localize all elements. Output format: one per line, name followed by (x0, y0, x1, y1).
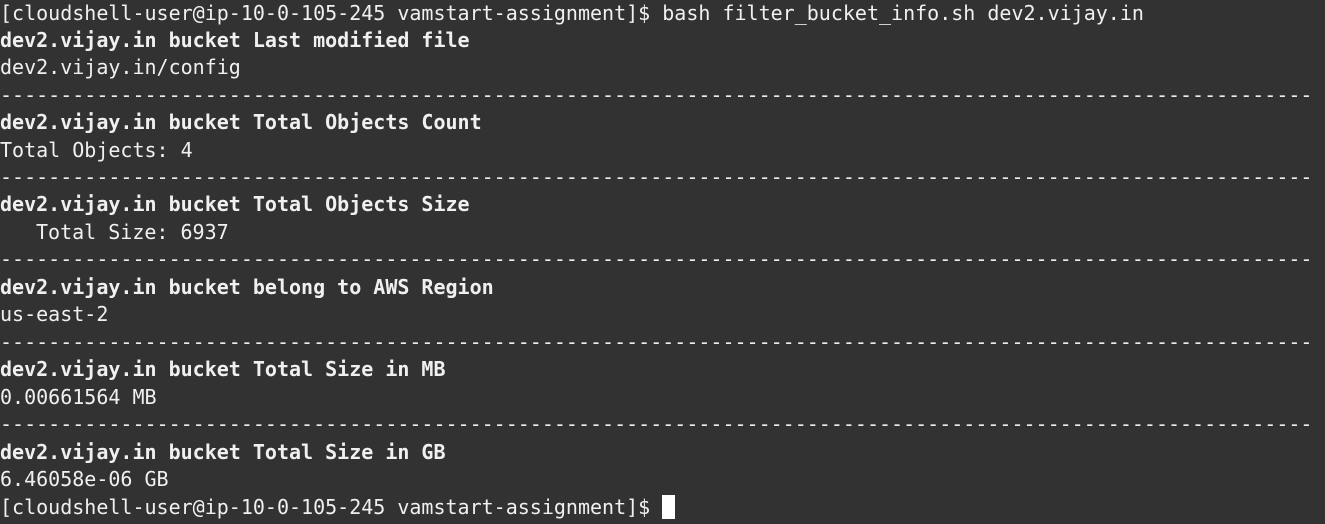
terminal-window[interactable]: [cloudshell-user@ip-10-0-105-245 vamstar… (0, 0, 1325, 524)
separator-line: ----------------------------------------… (0, 330, 1310, 354)
section-value-objects-count: Total Objects: 4 (0, 138, 193, 162)
separator-line: ----------------------------------------… (0, 247, 1310, 271)
section-heading-last-modified: dev2.vijay.in bucket Last modified file (0, 28, 470, 52)
section-heading-objects-count: dev2.vijay.in bucket Total Objects Count (0, 110, 482, 134)
section-value-aws-region: us-east-2 (0, 302, 109, 326)
section-value-size-gb: 6.46058e-06 GB (0, 467, 169, 491)
separator-line: ----------------------------------------… (0, 412, 1310, 436)
separator-line: ----------------------------------------… (0, 83, 1310, 107)
command-line: [cloudshell-user@ip-10-0-105-245 vamstar… (0, 1, 1144, 25)
text-cursor (662, 495, 676, 519)
section-value-last-modified: dev2.vijay.in/config (0, 55, 241, 79)
section-heading-aws-region: dev2.vijay.in bucket belong to AWS Regio… (0, 275, 494, 299)
section-heading-objects-size: dev2.vijay.in bucket Total Objects Size (0, 192, 470, 216)
section-heading-size-mb: dev2.vijay.in bucket Total Size in MB (0, 357, 446, 381)
section-heading-size-gb: dev2.vijay.in bucket Total Size in GB (0, 440, 446, 464)
section-value-objects-size: Total Size: 6937 (36, 220, 229, 244)
section-value-size-mb: 0.00661564 MB (0, 385, 157, 409)
prompt-text: [cloudshell-user@ip-10-0-105-245 vamstar… (0, 495, 663, 519)
separator-line: ----------------------------------------… (0, 165, 1310, 189)
prompt-line[interactable]: [cloudshell-user@ip-10-0-105-245 vamstar… (0, 494, 676, 521)
